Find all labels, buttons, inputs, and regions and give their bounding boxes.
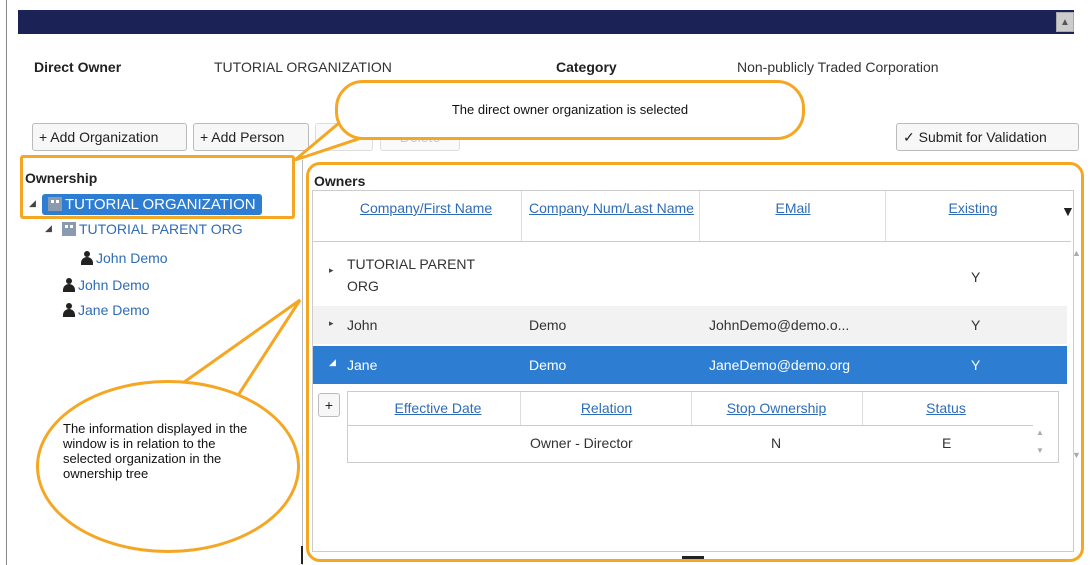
- callout-top-text: The direct owner organization is selecte…: [451, 102, 689, 117]
- callout-top: The direct owner organization is selecte…: [335, 80, 805, 140]
- callout-left-text: The information displayed in the window …: [63, 421, 248, 481]
- callout-left: The information displayed in the window …: [36, 380, 300, 553]
